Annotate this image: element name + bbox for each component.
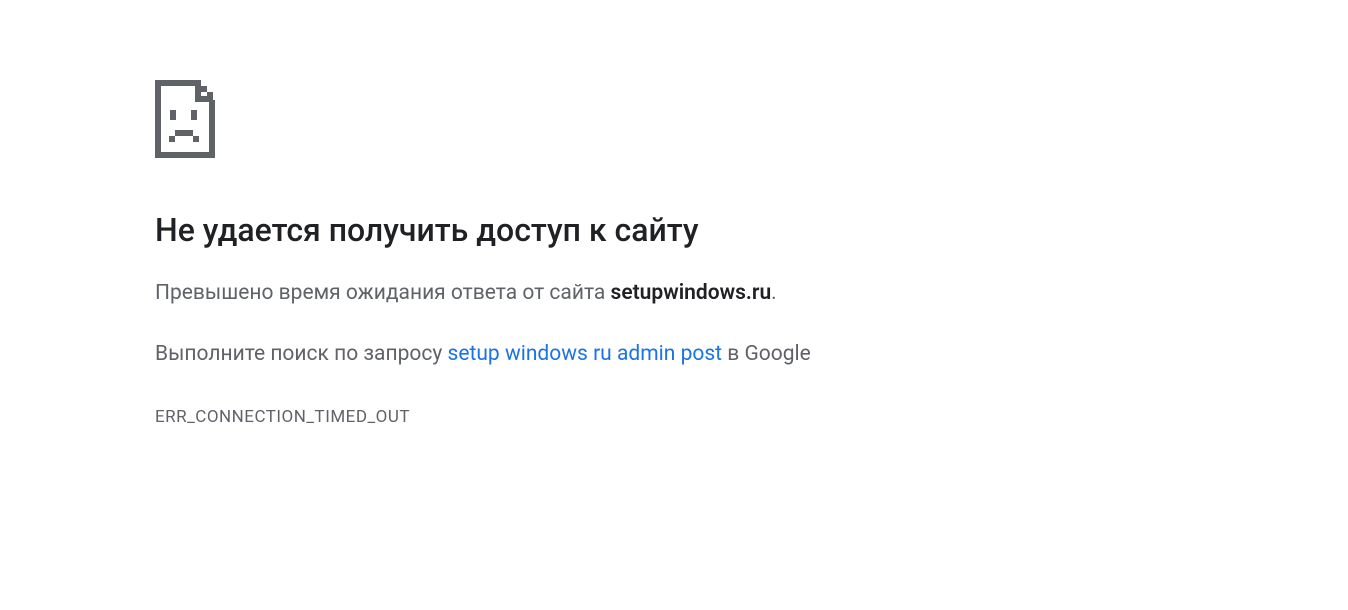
error-title: Не удается получить доступ к сайту	[155, 210, 1348, 252]
search-prefix: Выполните поиск по запросу	[155, 342, 448, 366]
description-suffix: .	[771, 281, 777, 305]
error-code: ERR_CONNECTION_TIMED_OUT	[155, 407, 1348, 427]
error-icon-container	[155, 80, 1348, 158]
search-link[interactable]: setup windows ru admin post	[448, 342, 723, 366]
search-suggestion: Выполните поиск по запросу setup windows…	[155, 339, 1348, 371]
error-description: Превышено время ожидания ответа от сайта…	[155, 278, 1348, 310]
error-domain: setupwindows.ru	[611, 281, 772, 305]
sad-page-icon	[155, 80, 227, 158]
description-prefix: Превышено время ожидания ответа от сайта	[155, 281, 611, 305]
search-suffix: в Google	[722, 342, 811, 366]
